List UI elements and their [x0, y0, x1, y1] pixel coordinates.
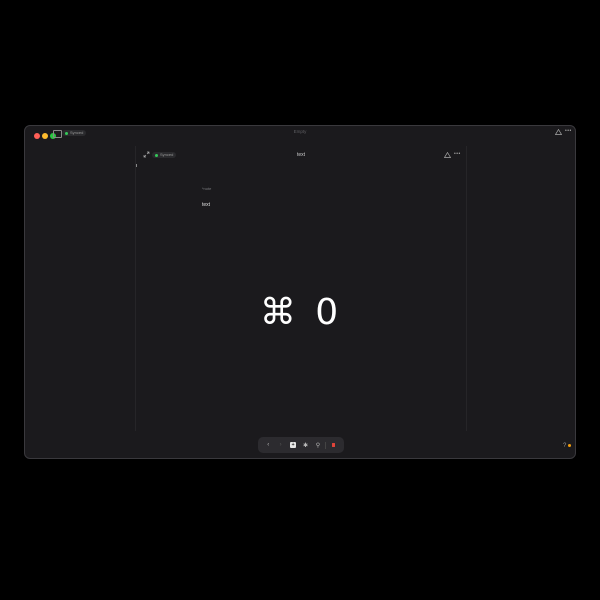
note-label: *note: [202, 186, 212, 191]
new-note-button[interactable]: +: [288, 440, 298, 450]
doc-warning-icon[interactable]: [444, 152, 451, 158]
more-options-icon[interactable]: •••: [565, 128, 572, 134]
shortcut-overlay: ⌘ 0: [259, 292, 343, 333]
search-button[interactable]: ⚲: [313, 440, 323, 450]
settings-button[interactable]: ✱: [300, 440, 310, 450]
document-pane: Synced text ••• *note text ⌘ 0: [135, 146, 467, 431]
bottom-toolbar: ‹ › + ✱ ⚲: [258, 437, 344, 453]
document-title[interactable]: text: [136, 152, 466, 158]
app-window: Synced Empty ••• Synced text ••• *note t…: [24, 125, 576, 459]
plus-icon: +: [290, 442, 297, 448]
notification-dot-icon: [568, 444, 571, 447]
back-button[interactable]: ‹: [263, 440, 273, 450]
window-title: Empty: [293, 129, 307, 134]
toolbar-divider: [325, 441, 327, 449]
doc-more-options-icon[interactable]: •••: [454, 151, 461, 157]
record-button[interactable]: [329, 440, 339, 450]
forward-button[interactable]: ›: [276, 440, 286, 450]
document-body[interactable]: text: [202, 202, 210, 208]
warning-icon[interactable]: [555, 129, 562, 135]
help-button[interactable]: ?: [563, 443, 566, 449]
text-caret: [136, 164, 137, 167]
record-icon: [332, 443, 336, 447]
